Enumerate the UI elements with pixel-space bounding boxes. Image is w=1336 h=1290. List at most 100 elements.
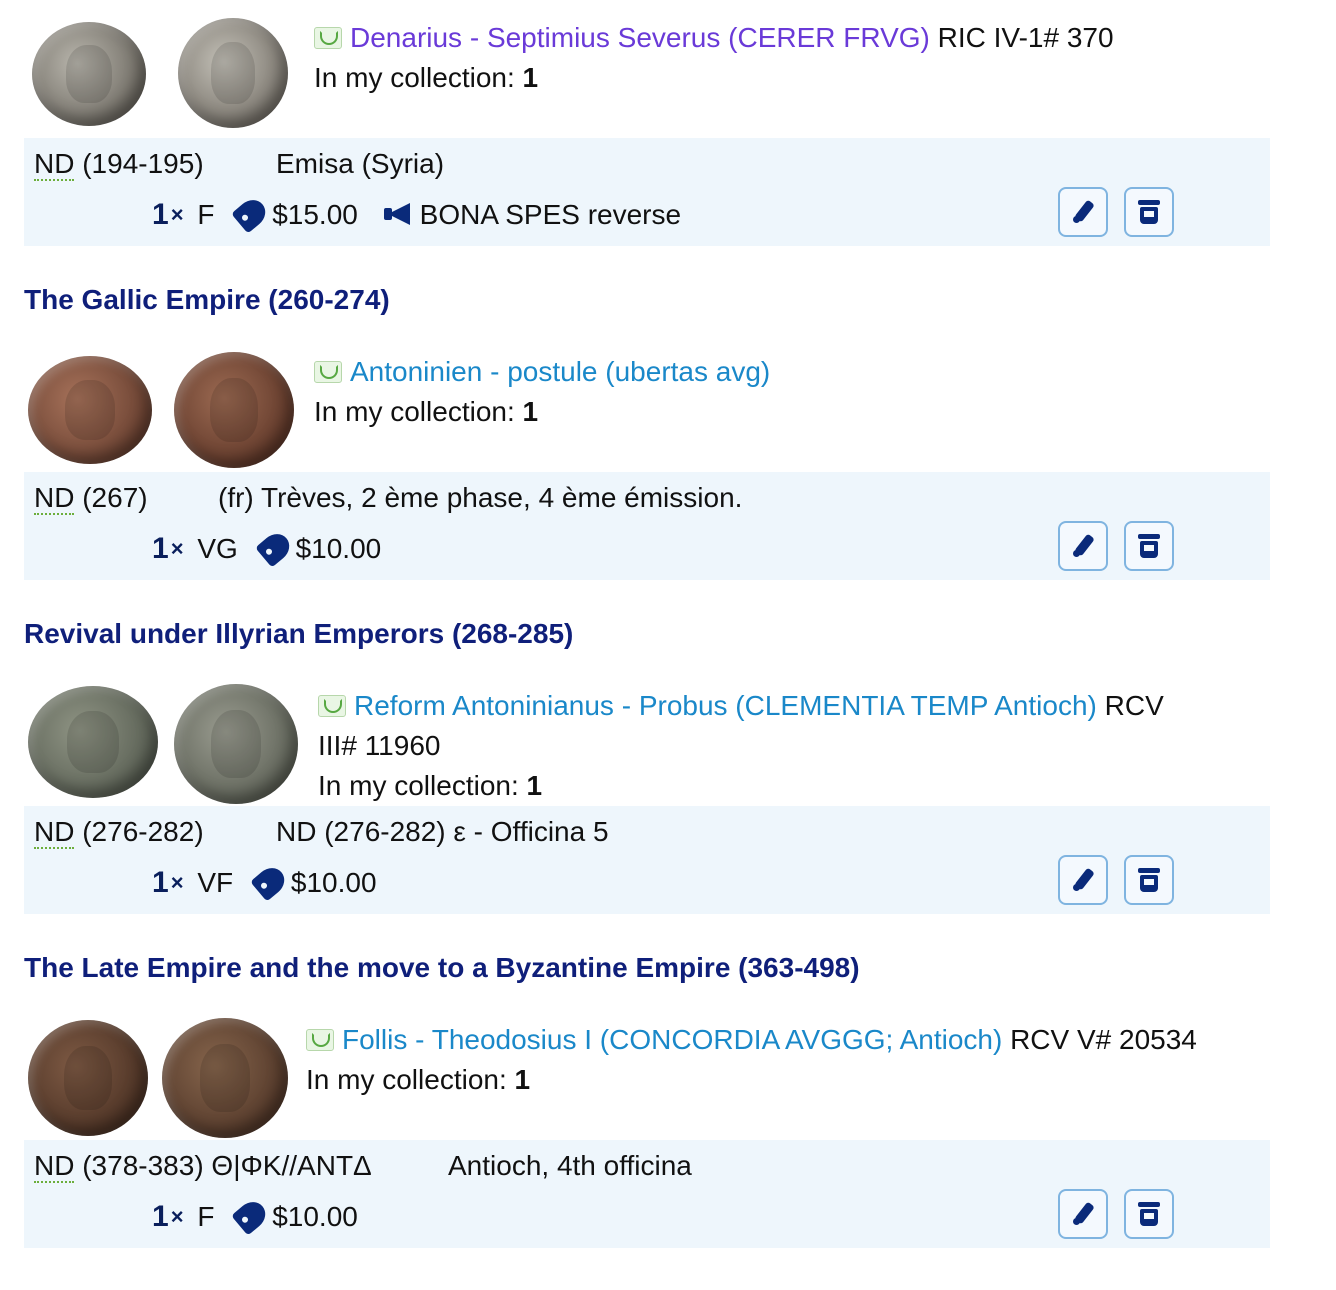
- coin-title-link[interactable]: Follis - Theodosius I (CONCORDIA AVGGG; …: [342, 1024, 1002, 1055]
- coin-price: $15.00: [272, 199, 358, 230]
- trash-icon: [1138, 533, 1160, 559]
- coin-entry-header: Denarius - Septimius Severus (CERER FRVG…: [24, 14, 1270, 134]
- in-collection-count: 1: [522, 396, 539, 427]
- in-collection-count: 1: [514, 1064, 531, 1095]
- coin-obverse-image[interactable]: [28, 1020, 148, 1136]
- coin-title-line: Reform Antoninianus - Probus (CLEMENTIA …: [318, 686, 1164, 726]
- in-collection: In my collection: 1: [314, 392, 538, 432]
- coin-reference: RCV V# 20534: [1010, 1024, 1197, 1055]
- eye-icon: [314, 27, 342, 49]
- coin-reference: RCV: [1104, 690, 1164, 721]
- coin-holding-row: 1× F $10.00: [152, 1196, 374, 1237]
- coin-grade: VG: [197, 533, 238, 564]
- in-collection-label: In my collection:: [318, 770, 519, 801]
- delete-button[interactable]: [1124, 855, 1174, 905]
- coin-holding-row: 1× VF $10.00: [152, 862, 393, 903]
- coin-mint: (fr) Trèves, 2 ème phase, 4 ème émission…: [218, 482, 743, 513]
- coin-reference: RIC IV-1# 370: [937, 22, 1114, 53]
- trash-icon: [1138, 199, 1160, 225]
- coin-quantity: 1×: [152, 1200, 184, 1233]
- section-title: The Gallic Empire (260-274): [24, 284, 390, 315]
- coin-obverse-image[interactable]: [28, 686, 158, 798]
- tag-icon: [254, 528, 295, 568]
- coin-quantity: 1×: [152, 198, 184, 231]
- coin-title-line: Denarius - Septimius Severus (CERER FRVG…: [314, 18, 1114, 58]
- tag-icon: [231, 194, 272, 234]
- coin-title-line: Follis - Theodosius I (CONCORDIA AVGGG; …: [306, 1020, 1197, 1060]
- coin-quantity: 1×: [152, 532, 184, 565]
- section-title: Revival under Illyrian Emperors (268-285…: [24, 618, 574, 649]
- date-nd[interactable]: ND: [34, 148, 75, 181]
- coin-quantity: 1×: [152, 866, 184, 899]
- date-nd[interactable]: ND: [34, 816, 75, 849]
- date-range: (267): [74, 482, 148, 513]
- edit-button[interactable]: [1058, 187, 1108, 237]
- coin-obverse-image[interactable]: [32, 22, 146, 126]
- coin-title-link[interactable]: Denarius - Septimius Severus (CERER FRVG…: [350, 22, 930, 53]
- coin-title-line: Antoninien - postule (ubertas avg): [314, 352, 770, 392]
- tag-icon: [231, 1196, 272, 1236]
- coin-date: ND (276-282): [34, 812, 204, 852]
- eye-icon: [306, 1029, 334, 1051]
- coin-grade: F: [197, 1201, 215, 1232]
- eye-icon: [318, 695, 346, 717]
- coin-reverse-image[interactable]: [178, 18, 288, 128]
- trash-icon: [1138, 867, 1160, 893]
- coin-mint: Emisa (Syria): [276, 148, 445, 179]
- coin-holding-row: 1× VG $10.00: [152, 528, 397, 569]
- edit-button[interactable]: [1058, 855, 1108, 905]
- pencil-icon: [1070, 1201, 1096, 1227]
- coin-obverse-image[interactable]: [28, 356, 152, 464]
- delete-button[interactable]: [1124, 187, 1174, 237]
- date-range: (276-282): [74, 816, 204, 847]
- pencil-icon: [1070, 533, 1096, 559]
- coin-reverse-image[interactable]: [162, 1018, 288, 1138]
- in-collection: In my collection: 1: [306, 1060, 530, 1100]
- date-range: (378-383) Θ|ΦΚ//ANTΔ: [74, 1150, 372, 1181]
- coin-reverse-image[interactable]: [174, 352, 294, 468]
- coin-price: $10.00: [272, 1201, 358, 1232]
- section-title: The Late Empire and the move to a Byzant…: [24, 952, 860, 983]
- coin-entry-header: Reform Antoninianus - Probus (CLEMENTIA …: [24, 682, 1270, 806]
- coin-reference-continued: III# 11960: [318, 730, 441, 761]
- coin-details-band: ND (276-282) ND (276-282) ε - Officina 5…: [24, 806, 1270, 914]
- coin-date: ND (378-383) Θ|ΦΚ//ANTΔ: [34, 1146, 372, 1186]
- edit-button[interactable]: [1058, 1189, 1108, 1239]
- in-collection-count: 1: [522, 62, 539, 93]
- delete-button[interactable]: [1124, 521, 1174, 571]
- in-collection-label: In my collection:: [314, 62, 515, 93]
- coin-mint: Antioch, 4th officina: [448, 1150, 692, 1181]
- coin-price: $10.00: [290, 867, 377, 898]
- date-nd[interactable]: ND: [34, 482, 75, 515]
- coin-reverse-image[interactable]: [174, 684, 298, 804]
- in-collection: In my collection: 1: [314, 58, 538, 98]
- coin-title-link[interactable]: Antoninien - postule (ubertas avg): [350, 356, 770, 387]
- megaphone-icon: [382, 201, 414, 227]
- coin-mint: ND (276-282) ε - Officina 5: [276, 816, 609, 847]
- coin-details-band: ND (378-383) Θ|ΦΚ//ANTΔ Antioch, 4th off…: [24, 1140, 1270, 1248]
- trash-icon: [1138, 1201, 1160, 1227]
- delete-button[interactable]: [1124, 1189, 1174, 1239]
- in-collection: In my collection: 1: [318, 766, 542, 806]
- date-range: (194-195): [74, 148, 204, 179]
- in-collection-count: 1: [526, 770, 543, 801]
- tag-icon: [250, 862, 290, 902]
- coin-details-band: ND (194-195) Emisa (Syria) 1× F $15.00 B…: [24, 138, 1270, 246]
- pencil-icon: [1070, 867, 1096, 893]
- date-nd[interactable]: ND: [34, 1150, 75, 1183]
- edit-button[interactable]: [1058, 521, 1108, 571]
- coin-date: ND (194-195): [34, 144, 204, 184]
- in-collection-label: In my collection:: [314, 396, 515, 427]
- coin-entry-header: Antoninien - postule (ubertas avg) In my…: [24, 348, 1270, 468]
- coin-grade: VF: [197, 867, 234, 898]
- coin-details-band: ND (267) (fr) Trèves, 2 ème phase, 4 ème…: [24, 472, 1270, 580]
- coin-title-link[interactable]: Reform Antoninianus - Probus (CLEMENTIA …: [354, 690, 1097, 721]
- coin-entry-header: Follis - Theodosius I (CONCORDIA AVGGG; …: [24, 1016, 1270, 1138]
- pencil-icon: [1070, 199, 1096, 225]
- coin-comment: BONA SPES reverse: [419, 199, 682, 230]
- coin-price: $10.00: [295, 533, 382, 564]
- eye-icon: [314, 361, 342, 383]
- coin-date: ND (267): [34, 478, 148, 518]
- coin-holding-row: 1× F $15.00 BONA SPES reverse: [152, 194, 682, 235]
- coin-grade: F: [197, 199, 215, 230]
